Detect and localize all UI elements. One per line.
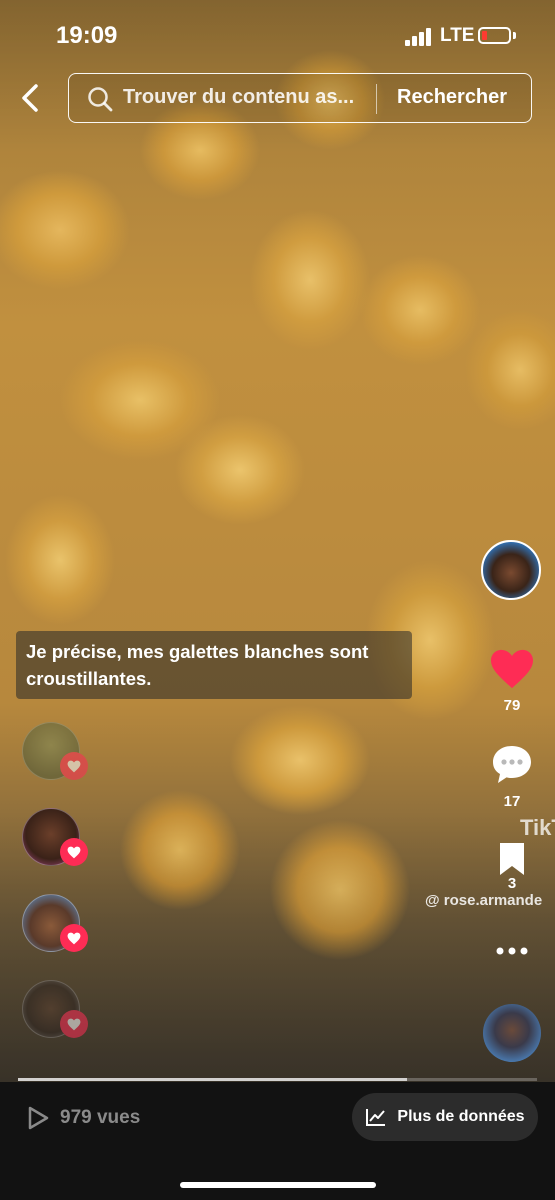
bookmark-icon: [500, 843, 524, 875]
views-counter: 979 vues: [26, 1104, 140, 1132]
liker-avatar-3[interactable]: [22, 894, 88, 952]
liker-avatar-1[interactable]: [22, 722, 88, 780]
chevron-left-icon: [22, 84, 38, 112]
status-time: 19:09: [56, 22, 118, 49]
back-button[interactable]: [14, 78, 50, 118]
music-disc-avatar[interactable]: [483, 1004, 541, 1062]
status-bar: 19:09 LTE: [0, 0, 555, 70]
home-indicator[interactable]: [180, 1182, 376, 1188]
heart-badge-icon: [60, 838, 88, 866]
liker-avatar-4[interactable]: [22, 980, 88, 1038]
liker-avatar-2[interactable]: [22, 808, 88, 866]
save-button[interactable]: 3: [483, 840, 541, 892]
comment-button[interactable]: 17: [483, 742, 541, 810]
chart-line-icon: [366, 1109, 386, 1126]
video-progress-bar[interactable]: [18, 1078, 537, 1081]
search-bar[interactable]: Trouver du contenu as... Rechercher: [68, 73, 532, 123]
more-data-label: Plus de données: [397, 1108, 525, 1125]
battery-icon: [478, 27, 511, 44]
heart-icon: [491, 649, 533, 689]
comment-count: 17: [503, 793, 521, 810]
more-options-button[interactable]: [494, 940, 530, 962]
network-label: LTE: [440, 25, 475, 46]
search-input[interactable]: Trouver du contenu as...: [123, 86, 373, 109]
like-button[interactable]: 79: [483, 648, 541, 714]
search-button[interactable]: Rechercher: [397, 86, 507, 109]
video-caption: Je précise, mes galettes blanches sont c…: [16, 631, 412, 699]
creator-avatar[interactable]: [481, 540, 541, 600]
comment-icon: [493, 746, 531, 783]
signal-icon: [405, 28, 435, 46]
video-progress-fill: [18, 1078, 408, 1081]
more-data-button[interactable]: Plus de données: [352, 1093, 538, 1141]
heart-badge-icon: [60, 752, 88, 780]
battery-tip: [513, 32, 516, 39]
search-icon: [88, 87, 113, 112]
bottom-bar: 979 vues Plus de données: [0, 1082, 555, 1200]
more-horizontal-icon: [496, 947, 528, 955]
views-label: 979 vues: [60, 1107, 141, 1128]
play-icon: [28, 1106, 49, 1130]
save-count: 3: [507, 875, 517, 892]
heart-badge-icon: [60, 924, 88, 952]
heart-badge-icon: [60, 1010, 88, 1038]
tiktok-watermark: TikTo: [520, 815, 555, 840]
like-count: 79: [503, 697, 521, 714]
watermark-handle: @ rose.armande: [425, 892, 543, 909]
search-divider: [376, 84, 377, 114]
video-overlay-shade: [0, 0, 555, 1082]
battery-level: [482, 31, 487, 40]
